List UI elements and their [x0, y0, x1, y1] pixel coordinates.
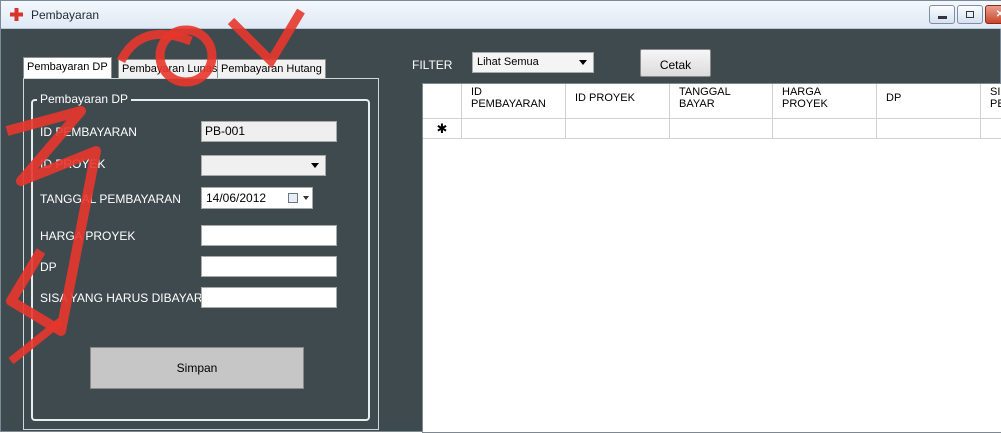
- table-row-new[interactable]: ✱: [423, 119, 1001, 139]
- label-id-proyek: ID PROYEK: [40, 157, 106, 171]
- payment-grid[interactable]: ID PEMBAYARAN ID PROYEK TANGGAL BAYAR HA…: [422, 83, 1001, 433]
- label-harga-proyek: HARGA PROYEK: [40, 229, 136, 243]
- label-tanggal-pembayaran: TANGGAL PEMBAYARAN: [40, 192, 181, 206]
- chevron-down-icon: [579, 60, 587, 65]
- filter-select[interactable]: Lihat Semua: [472, 52, 594, 73]
- sisa-field[interactable]: [201, 287, 337, 308]
- harga-proyek-field[interactable]: [201, 225, 337, 246]
- minimize-button[interactable]: [929, 5, 955, 24]
- calendar-icon: [288, 193, 298, 203]
- title-bar[interactable]: Pembayaran ✕: [1, 1, 1001, 29]
- tab-pembayaran-lunas[interactable]: Pembayaran Lunas: [118, 59, 222, 79]
- simpan-button[interactable]: Simpan: [90, 347, 304, 389]
- table-cell[interactable]: [773, 119, 877, 139]
- tanggal-value: 14/06/2012: [206, 191, 267, 205]
- window-title: Pembayaran: [31, 8, 100, 22]
- app-window: Pembayaran ✕ Pembayaran DP Pembayaran Lu…: [0, 0, 1001, 433]
- tab-pembayaran-dp[interactable]: Pembayaran DP: [23, 57, 112, 78]
- minimize-icon: [938, 16, 947, 19]
- table-cell[interactable]: [981, 119, 1001, 139]
- label-sisa: SISA YANG HARUS DIBAYAR: [40, 291, 203, 305]
- filter-label: FILTER: [412, 58, 453, 72]
- id-proyek-select[interactable]: [201, 155, 326, 176]
- tanggal-pembayaran-picker[interactable]: 14/06/2012: [201, 187, 313, 209]
- dp-field[interactable]: [201, 256, 337, 277]
- close-icon: ✕: [995, 8, 1001, 20]
- column-header-sisa[interactable]: SIS PE: [981, 84, 1001, 119]
- maximize-button[interactable]: [957, 5, 983, 24]
- cetak-button[interactable]: Cetak: [640, 49, 711, 77]
- chevron-down-icon: [311, 163, 319, 168]
- chevron-down-icon: [303, 196, 309, 200]
- table-cell[interactable]: [566, 119, 670, 139]
- column-header-id-proyek[interactable]: ID PROYEK: [566, 84, 670, 119]
- tab-pembayaran-hutang[interactable]: Pembayaran Hutang: [217, 59, 326, 79]
- column-header-dp[interactable]: DP: [877, 84, 981, 119]
- label-dp: DP: [40, 260, 57, 274]
- plus-app-icon: [10, 8, 23, 21]
- maximize-icon: [966, 11, 974, 18]
- close-button[interactable]: ✕: [985, 5, 1001, 24]
- new-row-marker-icon: ✱: [423, 119, 462, 139]
- group-title: Pembayaran DP: [37, 92, 132, 106]
- table-cell[interactable]: [877, 119, 981, 139]
- filter-value: Lihat Semua: [477, 56, 539, 68]
- label-id-pembayaran: ID PEMBAYARAN: [40, 125, 137, 139]
- grid-corner: [423, 84, 462, 119]
- column-header-tanggal-bayar[interactable]: TANGGAL BAYAR: [670, 84, 773, 119]
- table-cell[interactable]: [670, 119, 773, 139]
- column-header-harga-proyek[interactable]: HARGA PROYEK: [773, 84, 877, 119]
- column-header-id-pembayaran[interactable]: ID PEMBAYARAN: [462, 84, 566, 119]
- id-pembayaran-field[interactable]: PB-001: [201, 121, 337, 142]
- table-cell[interactable]: [462, 119, 566, 139]
